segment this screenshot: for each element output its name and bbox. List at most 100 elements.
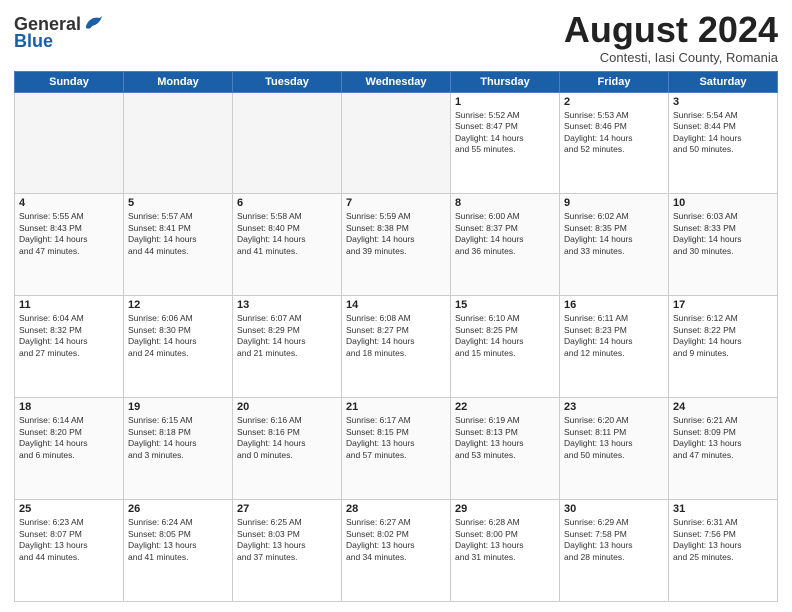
calendar-cell: 5 Sunrise: 5:57 AM Sunset: 8:41 PM Daylig… xyxy=(124,194,233,296)
header: General Blue August 2024 Contesti, Iasi … xyxy=(14,10,778,65)
day-number: 5 xyxy=(128,197,228,209)
calendar-cell: 6 Sunrise: 5:58 AM Sunset: 8:40 PM Daylig… xyxy=(233,194,342,296)
day-number: 17 xyxy=(673,299,773,311)
calendar-cell: 2 Sunrise: 5:53 AM Sunset: 8:46 PM Daylig… xyxy=(560,92,669,194)
day-info: Sunrise: 6:00 AM Sunset: 8:37 PM Dayligh… xyxy=(455,211,555,257)
day-info: Sunrise: 6:20 AM Sunset: 8:11 PM Dayligh… xyxy=(564,415,664,461)
day-info: Sunrise: 6:19 AM Sunset: 8:13 PM Dayligh… xyxy=(455,415,555,461)
weekday-header-monday: Monday xyxy=(124,71,233,92)
weekday-header-wednesday: Wednesday xyxy=(342,71,451,92)
day-info: Sunrise: 6:03 AM Sunset: 8:33 PM Dayligh… xyxy=(673,211,773,257)
day-info: Sunrise: 6:31 AM Sunset: 7:56 PM Dayligh… xyxy=(673,517,773,563)
day-number: 25 xyxy=(19,503,119,515)
calendar-cell: 7 Sunrise: 5:59 AM Sunset: 8:38 PM Daylig… xyxy=(342,194,451,296)
location: Contesti, Iasi County, Romania xyxy=(564,50,778,65)
day-number: 6 xyxy=(237,197,337,209)
day-info: Sunrise: 6:28 AM Sunset: 8:00 PM Dayligh… xyxy=(455,517,555,563)
weekday-header-thursday: Thursday xyxy=(451,71,560,92)
day-info: Sunrise: 6:08 AM Sunset: 8:27 PM Dayligh… xyxy=(346,313,446,359)
calendar-cell: 12Sunrise: 6:06 AM Sunset: 8:30 PM Dayli… xyxy=(124,296,233,398)
day-number: 8 xyxy=(455,197,555,209)
day-number: 7 xyxy=(346,197,446,209)
calendar-cell: 15Sunrise: 6:10 AM Sunset: 8:25 PM Dayli… xyxy=(451,296,560,398)
weekday-header-tuesday: Tuesday xyxy=(233,71,342,92)
calendar-cell: 30Sunrise: 6:29 AM Sunset: 7:58 PM Dayli… xyxy=(560,500,669,602)
calendar-cell: 1 Sunrise: 5:52 AM Sunset: 8:47 PM Daylig… xyxy=(451,92,560,194)
day-info: Sunrise: 5:57 AM Sunset: 8:41 PM Dayligh… xyxy=(128,211,228,257)
day-info: Sunrise: 5:52 AM Sunset: 8:47 PM Dayligh… xyxy=(455,110,555,156)
day-number: 24 xyxy=(673,401,773,413)
week-row-4: 18 Sunrise: 6:14 AM Sunset: 8:20 PM Dayli… xyxy=(15,398,778,500)
day-number: 19 xyxy=(128,401,228,413)
day-number: 13 xyxy=(237,299,337,311)
calendar-cell: 13 Sunrise: 6:07 AM Sunset: 8:29 PM Dayli… xyxy=(233,296,342,398)
day-info: Sunrise: 5:55 AM Sunset: 8:43 PM Dayligh… xyxy=(19,211,119,257)
calendar-cell: 27 Sunrise: 6:25 AM Sunset: 8:03 PM Dayli… xyxy=(233,500,342,602)
calendar-cell: 3Sunrise: 5:54 AM Sunset: 8:44 PM Daylig… xyxy=(669,92,778,194)
calendar-cell: 23Sunrise: 6:20 AM Sunset: 8:11 PM Dayli… xyxy=(560,398,669,500)
day-number: 10 xyxy=(673,197,773,209)
calendar-cell xyxy=(233,92,342,194)
calendar-cell: 8 Sunrise: 6:00 AM Sunset: 8:37 PM Daylig… xyxy=(451,194,560,296)
day-number: 1 xyxy=(455,96,555,108)
calendar-cell xyxy=(15,92,124,194)
calendar-table: SundayMondayTuesdayWednesdayThursdayFrid… xyxy=(14,71,778,602)
day-number: 16 xyxy=(564,299,664,311)
day-info: Sunrise: 6:02 AM Sunset: 8:35 PM Dayligh… xyxy=(564,211,664,257)
day-number: 2 xyxy=(564,96,664,108)
month-title: August 2024 xyxy=(564,10,778,50)
day-info: Sunrise: 6:29 AM Sunset: 7:58 PM Dayligh… xyxy=(564,517,664,563)
day-number: 29 xyxy=(455,503,555,515)
logo-bird-icon xyxy=(82,14,104,32)
day-info: Sunrise: 6:17 AM Sunset: 8:15 PM Dayligh… xyxy=(346,415,446,461)
day-number: 21 xyxy=(346,401,446,413)
day-info: Sunrise: 6:16 AM Sunset: 8:16 PM Dayligh… xyxy=(237,415,337,461)
day-info: Sunrise: 6:12 AM Sunset: 8:22 PM Dayligh… xyxy=(673,313,773,359)
calendar-cell: 25 Sunrise: 6:23 AM Sunset: 8:07 PM Dayli… xyxy=(15,500,124,602)
day-number: 14 xyxy=(346,299,446,311)
day-number: 18 xyxy=(19,401,119,413)
week-row-1: 1 Sunrise: 5:52 AM Sunset: 8:47 PM Daylig… xyxy=(15,92,778,194)
calendar-cell: 21 Sunrise: 6:17 AM Sunset: 8:15 PM Dayli… xyxy=(342,398,451,500)
calendar-cell: 24 Sunrise: 6:21 AM Sunset: 8:09 PM Dayli… xyxy=(669,398,778,500)
day-number: 26 xyxy=(128,503,228,515)
logo: General Blue xyxy=(14,14,104,52)
weekday-header-row: SundayMondayTuesdayWednesdayThursdayFrid… xyxy=(15,71,778,92)
day-info: Sunrise: 6:21 AM Sunset: 8:09 PM Dayligh… xyxy=(673,415,773,461)
day-number: 4 xyxy=(19,197,119,209)
calendar-page: General Blue August 2024 Contesti, Iasi … xyxy=(0,0,792,612)
day-number: 28 xyxy=(346,503,446,515)
week-row-2: 4 Sunrise: 5:55 AM Sunset: 8:43 PM Daylig… xyxy=(15,194,778,296)
day-info: Sunrise: 6:24 AM Sunset: 8:05 PM Dayligh… xyxy=(128,517,228,563)
day-info: Sunrise: 5:59 AM Sunset: 8:38 PM Dayligh… xyxy=(346,211,446,257)
calendar-cell: 26 Sunrise: 6:24 AM Sunset: 8:05 PM Dayli… xyxy=(124,500,233,602)
day-info: Sunrise: 6:15 AM Sunset: 8:18 PM Dayligh… xyxy=(128,415,228,461)
calendar-cell: 29 Sunrise: 6:28 AM Sunset: 8:00 PM Dayli… xyxy=(451,500,560,602)
day-number: 20 xyxy=(237,401,337,413)
day-number: 27 xyxy=(237,503,337,515)
day-number: 22 xyxy=(455,401,555,413)
calendar-cell: 4 Sunrise: 5:55 AM Sunset: 8:43 PM Daylig… xyxy=(15,194,124,296)
day-info: Sunrise: 6:10 AM Sunset: 8:25 PM Dayligh… xyxy=(455,313,555,359)
day-info: Sunrise: 6:04 AM Sunset: 8:32 PM Dayligh… xyxy=(19,313,119,359)
day-info: Sunrise: 6:25 AM Sunset: 8:03 PM Dayligh… xyxy=(237,517,337,563)
day-info: Sunrise: 5:53 AM Sunset: 8:46 PM Dayligh… xyxy=(564,110,664,156)
day-info: Sunrise: 6:11 AM Sunset: 8:23 PM Dayligh… xyxy=(564,313,664,359)
calendar-cell: 20 Sunrise: 6:16 AM Sunset: 8:16 PM Dayli… xyxy=(233,398,342,500)
day-number: 31 xyxy=(673,503,773,515)
day-number: 11 xyxy=(19,299,119,311)
day-info: Sunrise: 6:27 AM Sunset: 8:02 PM Dayligh… xyxy=(346,517,446,563)
day-info: Sunrise: 6:23 AM Sunset: 8:07 PM Dayligh… xyxy=(19,517,119,563)
weekday-header-saturday: Saturday xyxy=(669,71,778,92)
day-info: Sunrise: 5:54 AM Sunset: 8:44 PM Dayligh… xyxy=(673,110,773,156)
calendar-cell: 14 Sunrise: 6:08 AM Sunset: 8:27 PM Dayli… xyxy=(342,296,451,398)
week-row-5: 25 Sunrise: 6:23 AM Sunset: 8:07 PM Dayli… xyxy=(15,500,778,602)
day-number: 9 xyxy=(564,197,664,209)
calendar-cell xyxy=(124,92,233,194)
calendar-cell: 22 Sunrise: 6:19 AM Sunset: 8:13 PM Dayli… xyxy=(451,398,560,500)
day-info: Sunrise: 5:58 AM Sunset: 8:40 PM Dayligh… xyxy=(237,211,337,257)
calendar-cell: 11 Sunrise: 6:04 AM Sunset: 8:32 PM Dayli… xyxy=(15,296,124,398)
day-info: Sunrise: 6:14 AM Sunset: 8:20 PM Dayligh… xyxy=(19,415,119,461)
day-info: Sunrise: 6:07 AM Sunset: 8:29 PM Dayligh… xyxy=(237,313,337,359)
calendar-cell: 17 Sunrise: 6:12 AM Sunset: 8:22 PM Dayli… xyxy=(669,296,778,398)
